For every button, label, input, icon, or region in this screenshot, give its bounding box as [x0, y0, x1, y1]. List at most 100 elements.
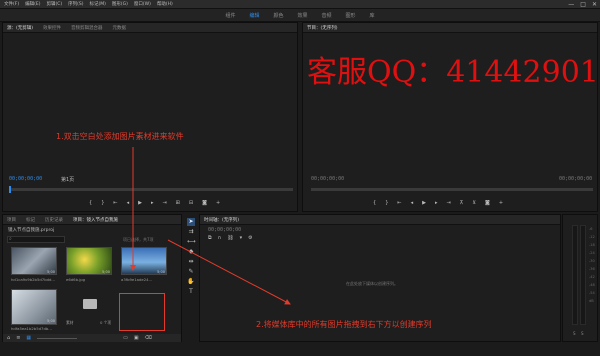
- menu-graphics[interactable]: 图形(G): [112, 1, 128, 7]
- list-view-icon[interactable]: ≡: [16, 335, 20, 341]
- menu-help[interactable]: 帮助(H): [157, 1, 173, 7]
- insert-icon[interactable]: ⊞: [176, 200, 180, 206]
- program-panel: 节目：(无序列) 客服QQ：41442901 00;00;00;00 00;00…: [302, 22, 599, 212]
- snap-icon[interactable]: ∩: [218, 235, 222, 241]
- export-frame-icon[interactable]: ◙: [485, 200, 490, 206]
- media-duration-4: 5;00: [47, 319, 56, 323]
- go-to-in-icon[interactable]: ⇤: [113, 200, 117, 206]
- arrow-icon[interactable]: ➤: [187, 218, 195, 226]
- workspace-libraries[interactable]: 库: [370, 12, 375, 19]
- workspace-graphics[interactable]: 图形: [346, 12, 356, 19]
- project-search-input[interactable]: ⌕: [7, 236, 65, 243]
- add-icon[interactable]: +: [216, 200, 220, 206]
- play-icon[interactable]: ▶: [422, 200, 426, 206]
- source-scrubber[interactable]: [9, 188, 293, 191]
- type-icon[interactable]: T: [187, 288, 195, 296]
- program-scrubber[interactable]: [311, 188, 593, 191]
- add-marker-icon[interactable]: ▾: [240, 235, 243, 241]
- media-label-3: a3fb9e1ade24...: [121, 277, 153, 282]
- close-button[interactable]: ✕: [592, 1, 597, 8]
- new-bin-icon[interactable]: ▭: [123, 335, 128, 341]
- workspace-effects[interactable]: 效果: [297, 12, 307, 19]
- step-forward-icon[interactable]: ▸: [435, 200, 438, 206]
- maximize-button[interactable]: □: [580, 1, 586, 8]
- go-to-in-icon[interactable]: ⇤: [397, 200, 401, 206]
- delete-icon[interactable]: ⌫: [145, 335, 152, 341]
- go-to-out-icon[interactable]: ⇥: [446, 200, 450, 206]
- mark-out-icon[interactable]: }: [385, 200, 388, 206]
- track-select-icon[interactable]: ⇉: [187, 228, 195, 236]
- tab-audio-clip-mixer[interactable]: 音频剪辑混合器: [71, 25, 103, 31]
- program-timecode-left: 00;00;00;00: [311, 176, 345, 182]
- menu-edit[interactable]: 编辑(E): [25, 1, 40, 7]
- export-frame-icon[interactable]: ◙: [202, 200, 207, 206]
- workspace-assembly[interactable]: 组件: [225, 12, 235, 19]
- overwrite-icon[interactable]: ⊟: [189, 200, 193, 206]
- mark-in-icon[interactable]: {: [373, 200, 376, 206]
- menu-bar: 文件(F) 编辑(E) 剪辑(C) 序列(S) 标记(M) 图形(G) 窗口(W…: [0, 0, 600, 9]
- razor-icon[interactable]: ◆: [187, 248, 195, 256]
- ripple-icon[interactable]: ⟷: [187, 238, 196, 246]
- tab-program[interactable]: 节目：(无序列): [307, 25, 338, 31]
- menu-markers[interactable]: 标记(M): [90, 1, 106, 7]
- step-back-icon[interactable]: ◂: [411, 200, 414, 206]
- wrench-icon[interactable]: ⚙: [248, 235, 252, 241]
- play-icon[interactable]: ▶: [138, 200, 142, 206]
- tab-effect-controls[interactable]: 效果控件: [43, 25, 61, 31]
- tab-history[interactable]: 历史记录: [45, 217, 63, 223]
- watermark-text: 客服QQ：41442901: [307, 55, 599, 90]
- tab-project-active[interactable]: 项目：镜入节点自我施: [73, 217, 118, 223]
- workspace-audio[interactable]: 音频: [322, 12, 332, 19]
- mark-in-icon[interactable]: {: [89, 200, 92, 206]
- timeline-timecode: 00;00;00;00: [208, 227, 242, 233]
- minimize-button[interactable]: —: [568, 1, 574, 8]
- selection-info: 项已选择，共7项: [123, 237, 154, 242]
- menu-sequence[interactable]: 序列(S): [68, 1, 83, 7]
- media-duration-2: 5;00: [102, 270, 111, 274]
- solo-icon-2[interactable]: S: [581, 331, 584, 336]
- step-forward-icon[interactable]: ▸: [151, 200, 154, 206]
- lock-icon[interactable]: ⌂: [7, 335, 10, 341]
- empty-drop-highlight: [119, 293, 165, 331]
- extract-icon[interactable]: ⊻: [472, 200, 476, 206]
- pen-icon[interactable]: ✎: [187, 268, 195, 276]
- source-page-select[interactable]: 第1页: [61, 176, 74, 183]
- tab-project[interactable]: 项目: [7, 217, 16, 223]
- linked-selection-icon[interactable]: ⛓: [227, 235, 233, 241]
- annotation-step-2: 2.将媒体库中的所有图片拖拽到右下方以创建序列: [256, 320, 432, 329]
- menu-clip[interactable]: 剪辑(C): [46, 1, 62, 7]
- workspace-color[interactable]: 颜色: [273, 12, 283, 19]
- lift-icon[interactable]: ⊼: [460, 200, 464, 206]
- menu-window[interactable]: 窗口(W): [134, 1, 151, 7]
- add-icon[interactable]: +: [499, 200, 503, 206]
- audio-meter-right: [580, 225, 586, 325]
- media-duration-3: 5;00: [157, 270, 166, 274]
- folder-icon[interactable]: [83, 299, 97, 309]
- slip-icon[interactable]: ⇹: [187, 258, 195, 266]
- nest-icon[interactable]: ⧉: [208, 235, 212, 241]
- workspace-editing[interactable]: 编辑: [249, 12, 259, 19]
- project-footer: ⌂ ≡ ▦ ▭ ▣ ⌫: [3, 334, 181, 342]
- solo-icon[interactable]: S: [573, 331, 576, 336]
- media-duration-1: 5;00: [47, 270, 56, 274]
- timeline-empty-message[interactable]: 在此处放下媒体以创建序列。: [346, 281, 398, 287]
- hand-icon[interactable]: ✋: [187, 278, 195, 286]
- menu-file[interactable]: 文件(F): [4, 1, 19, 7]
- source-timecode: 00;00;00;00: [9, 176, 43, 182]
- tab-timeline[interactable]: 时间轴：(无序列): [204, 217, 239, 223]
- new-item-icon[interactable]: ▣: [134, 335, 139, 341]
- project-panel: 项目 标记 历史记录 项目：镜入节点自我施 镜入节点自我施.prproj ⌕ 项…: [2, 214, 182, 342]
- mark-out-icon[interactable]: }: [101, 200, 104, 206]
- media-label-1: hd1ca9v9b2b5d7bdd...: [11, 277, 56, 282]
- tab-source[interactable]: 源：(无剪辑): [7, 25, 33, 31]
- tab-metadata[interactable]: 元数据: [113, 25, 127, 31]
- step-back-icon[interactable]: ◂: [127, 200, 130, 206]
- program-timecode-right: 00;00;00;00: [559, 176, 593, 182]
- window-controls: — □ ✕: [568, 1, 597, 8]
- source-playhead[interactable]: [9, 186, 11, 193]
- source-tabs: 源：(无剪辑) 效果控件 音频剪辑混合器 元数据: [3, 23, 297, 33]
- tab-markers[interactable]: 标记: [26, 217, 35, 223]
- icon-view-icon[interactable]: ▦: [26, 335, 31, 341]
- go-to-out-icon[interactable]: ⇥: [162, 200, 166, 206]
- zoom-slider[interactable]: [37, 337, 78, 339]
